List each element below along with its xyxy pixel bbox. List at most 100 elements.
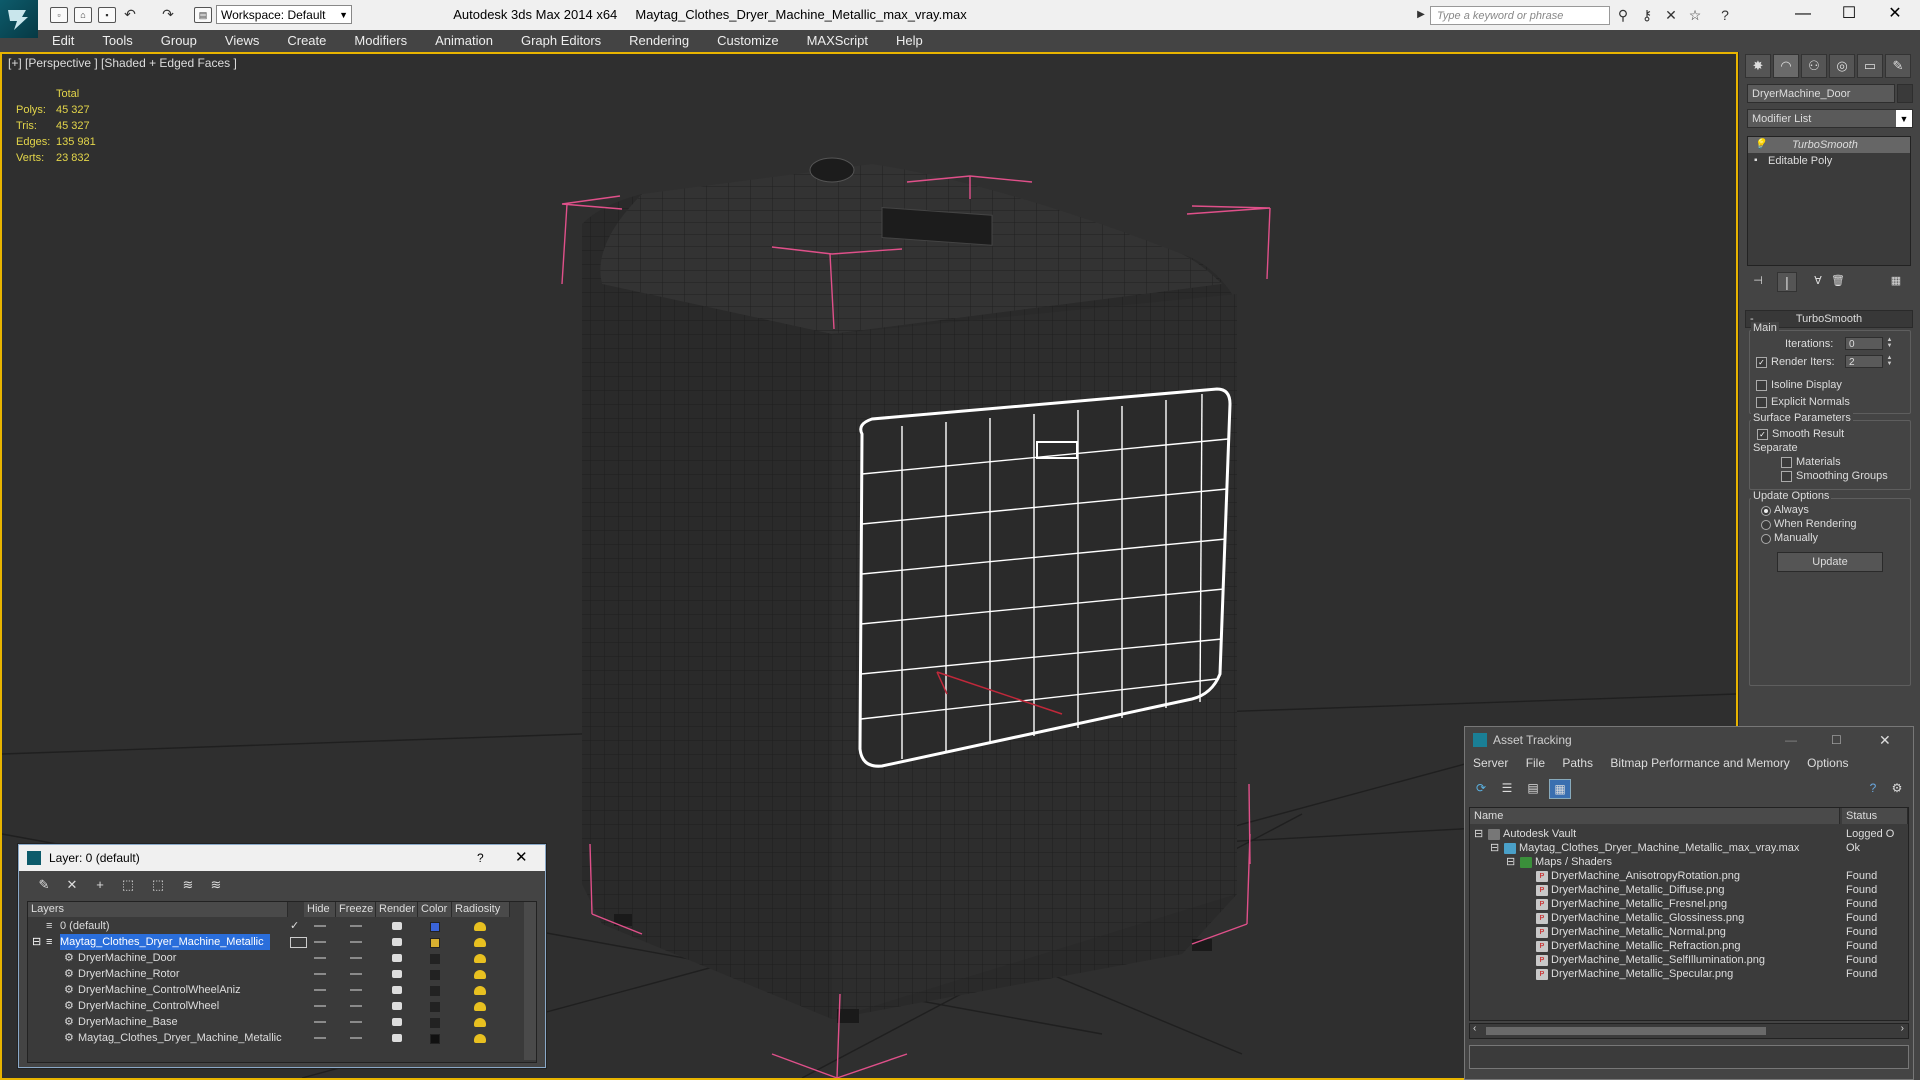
maximize-button[interactable]: ☐	[1826, 0, 1872, 30]
horizontal-scrollbar[interactable]: ‹ ›	[1469, 1023, 1909, 1039]
render-teapot-icon[interactable]	[392, 1002, 402, 1010]
freeze-toggle[interactable]	[350, 1021, 362, 1023]
hide-all-icon[interactable]: ≋	[177, 875, 199, 895]
smooth-result-checkbox[interactable]: ✓	[1757, 429, 1768, 440]
menu-modifiers[interactable]: Modifiers	[340, 30, 421, 52]
render-teapot-icon[interactable]	[392, 986, 402, 994]
stack-item-editable-poly[interactable]: ▪ Editable Poly	[1748, 153, 1910, 169]
layer-row[interactable]: ⚙ DryerMachine_Base	[28, 1014, 523, 1030]
list-view-icon[interactable]: ☰	[1497, 779, 1517, 797]
tab-motion-icon[interactable]: ◎	[1829, 54, 1855, 78]
menu-paths[interactable]: Paths	[1562, 756, 1593, 770]
column-color[interactable]: Color	[418, 902, 452, 917]
remove-modifier-icon[interactable]: 🗑	[1829, 272, 1847, 290]
layer-row[interactable]: ≡ 0 (default) ✓	[28, 918, 523, 934]
always-radio[interactable]	[1761, 506, 1771, 516]
render-teapot-icon[interactable]	[392, 970, 402, 978]
close-icon[interactable]: ✕	[1879, 727, 1891, 753]
menu-graph-editors[interactable]: Graph Editors	[507, 30, 615, 52]
render-teapot-icon[interactable]	[392, 922, 402, 930]
when-rendering-radio[interactable]	[1761, 520, 1771, 530]
menu-animation[interactable]: Animation	[421, 30, 507, 52]
hide-toggle[interactable]	[314, 1005, 326, 1007]
menu-tools[interactable]: Tools	[88, 30, 146, 52]
hide-toggle[interactable]	[314, 989, 326, 991]
radiosity-icon[interactable]	[474, 954, 486, 963]
freeze-toggle[interactable]	[350, 1005, 362, 1007]
stack-item-turbosmooth[interactable]: 💡 TurboSmooth	[1748, 137, 1910, 153]
radiosity-icon[interactable]	[474, 970, 486, 979]
hide-toggle[interactable]	[314, 973, 326, 975]
freeze-toggle[interactable]	[350, 957, 362, 959]
object-name-field[interactable]: DryerMachine_Door	[1747, 84, 1895, 103]
modifier-list-dropdown[interactable]: Modifier List ▼	[1747, 109, 1913, 128]
add-to-layer-icon[interactable]: +	[89, 875, 111, 895]
show-end-result-icon[interactable]: |	[1777, 272, 1797, 292]
layer-row[interactable]: ⚙ Maytag_Clothes_Dryer_Machine_Metallic	[28, 1030, 523, 1046]
scrollbar-thumb[interactable]	[1486, 1027, 1766, 1035]
scroll-right-icon[interactable]: ›	[1901, 1023, 1904, 1034]
radiosity-icon[interactable]	[474, 1002, 486, 1011]
help-icon[interactable]: ?	[1716, 6, 1734, 24]
asset-row[interactable]: P DryerMachine_Metallic_Specular.png Foun…	[1470, 966, 1908, 983]
tab-modify-icon[interactable]: ◠	[1773, 54, 1799, 78]
active-layer-checkbox[interactable]	[290, 937, 307, 948]
radiosity-icon[interactable]	[474, 986, 486, 995]
binoculars-icon[interactable]: ⚲	[1614, 6, 1632, 24]
freeze-toggle[interactable]	[350, 1037, 362, 1039]
asset-dialog-header[interactable]: Asset Tracking — ☐ ✕	[1465, 727, 1913, 753]
configure-sets-icon[interactable]: ▦	[1887, 272, 1905, 290]
collapse-icon[interactable]: ⊟	[32, 934, 47, 950]
column-render[interactable]: Render	[376, 902, 418, 917]
star-icon[interactable]: ☆	[1686, 6, 1704, 24]
layer-dialog-header[interactable]: Layer: 0 (default) ? ✕	[19, 845, 545, 871]
make-unique-icon[interactable]: ∀	[1809, 272, 1827, 290]
delete-layer-icon[interactable]: ✕	[61, 875, 83, 895]
spinner-arrows-icon[interactable]: ▲ ▼	[1885, 355, 1894, 368]
close-icon[interactable]: ✕	[515, 845, 528, 871]
layer-color-swatch[interactable]	[430, 1002, 440, 1012]
layer-row[interactable]: ⚙ DryerMachine_Rotor	[28, 966, 523, 982]
layer-row[interactable]: ⊟ ≡ Maytag_Clothes_Dryer_Machine_Metalli…	[28, 934, 523, 950]
detail-view-icon[interactable]: ▤	[1523, 779, 1543, 797]
layer-color-swatch[interactable]	[430, 970, 440, 980]
help-icon[interactable]: ?	[1863, 779, 1883, 797]
select-objects-icon[interactable]: ⬚	[117, 875, 139, 895]
radiosity-icon[interactable]	[474, 922, 486, 931]
materials-checkbox[interactable]	[1781, 457, 1792, 468]
menu-edit[interactable]: Edit	[38, 30, 88, 52]
column-layers[interactable]: Layers	[28, 902, 288, 917]
maximize-button[interactable]: ☐	[1831, 727, 1842, 753]
menu-help[interactable]: Help	[882, 30, 937, 52]
menu-group[interactable]: Group	[147, 30, 211, 52]
layer-color-swatch[interactable]	[430, 938, 440, 948]
refresh-icon[interactable]: ⟳	[1471, 779, 1491, 797]
layer-color-swatch[interactable]	[430, 954, 440, 964]
plus-expand-icon[interactable]: ▪	[1754, 153, 1758, 169]
layer-color-swatch[interactable]	[430, 986, 440, 996]
minimize-button[interactable]: —	[1785, 727, 1797, 753]
render-iters-checkbox[interactable]: ✓	[1756, 357, 1767, 368]
vertical-scrollbar[interactable]	[524, 902, 536, 1060]
menu-bitmap-performance[interactable]: Bitmap Performance and Memory	[1610, 756, 1789, 770]
menu-views[interactable]: Views	[211, 30, 273, 52]
object-color-swatch[interactable]	[1897, 84, 1913, 103]
column-hide[interactable]: Hide	[304, 902, 336, 917]
layer-row[interactable]: ⚙ DryerMachine_Door	[28, 950, 523, 966]
layer-row[interactable]: ⚙ DryerMachine_ControlWheel	[28, 998, 523, 1014]
render-iters-spinner[interactable]: 2	[1845, 355, 1883, 368]
hide-toggle[interactable]	[314, 941, 326, 943]
manually-radio[interactable]	[1761, 534, 1771, 544]
layer-color-swatch[interactable]	[430, 1034, 440, 1044]
freeze-toggle[interactable]	[350, 925, 362, 927]
scroll-left-icon[interactable]: ‹	[1473, 1023, 1476, 1034]
pin-stack-icon[interactable]: ⊣	[1749, 272, 1767, 290]
explicit-normals-checkbox[interactable]	[1756, 397, 1767, 408]
table-view-icon[interactable]: ▦	[1549, 779, 1571, 799]
layer-color-swatch[interactable]	[430, 1018, 440, 1028]
app-logo[interactable]	[0, 0, 38, 38]
create-layer-icon[interactable]: ✎	[33, 875, 55, 895]
menu-options[interactable]: Options	[1807, 756, 1848, 770]
hide-toggle[interactable]	[314, 925, 326, 927]
hide-toggle[interactable]	[314, 957, 326, 959]
